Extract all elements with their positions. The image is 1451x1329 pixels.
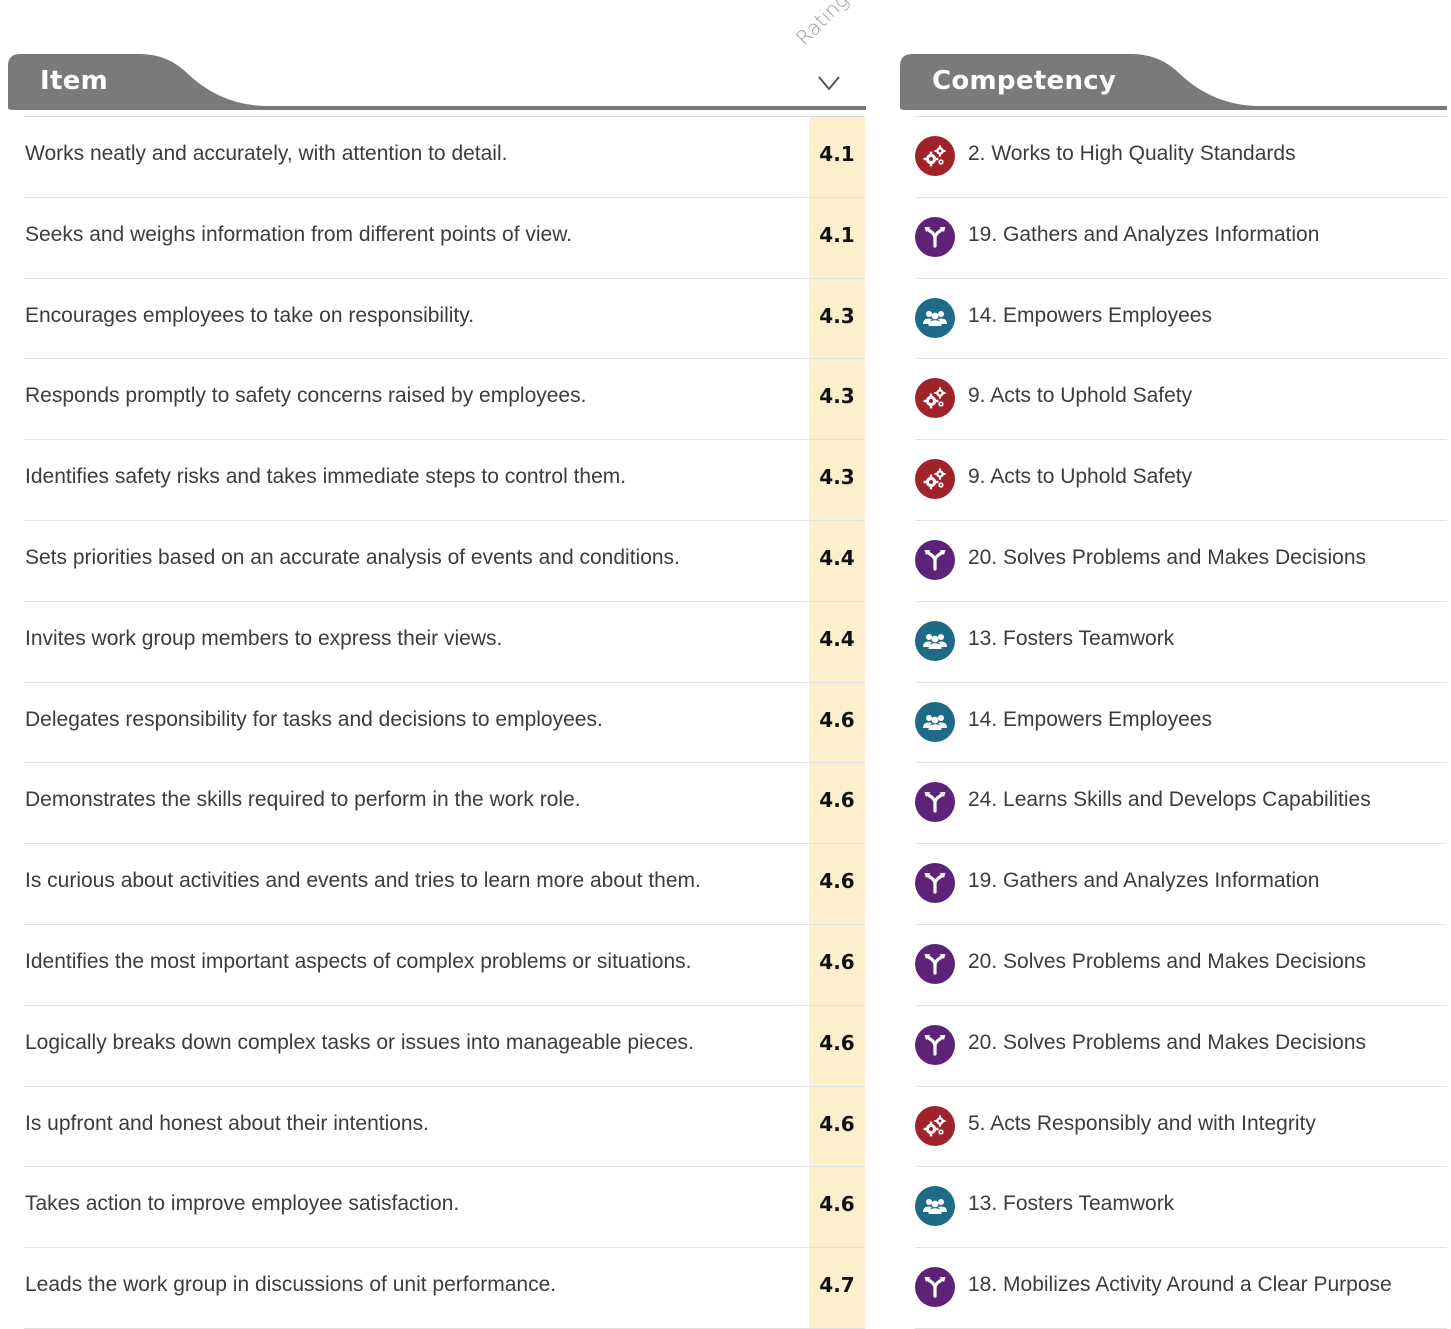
rating-value: 4.7 [819, 1273, 855, 1298]
rating-header-label[interactable]: Rating [791, 0, 853, 50]
competency-column-header: Competency [900, 52, 1447, 112]
item-text: Encourages employees to take on responsi… [25, 303, 475, 327]
rating-value: 4.3 [819, 465, 855, 490]
table-row: Works neatly and accurately, with attent… [0, 117, 1451, 198]
table-row: Logically breaks down complex tasks or i… [0, 1006, 1451, 1087]
fork-icon [915, 782, 955, 823]
chevron-down-icon[interactable] [816, 74, 842, 97]
table-row: Seeks and weighs information from differ… [0, 198, 1451, 279]
item-text: Logically breaks down complex tasks or i… [25, 1030, 694, 1054]
item-text: Is curious about activities and events a… [25, 869, 701, 893]
fork-icon [915, 1024, 955, 1065]
rating-value: 4.3 [819, 384, 855, 409]
competency-text: 18. Mobilizes Activity Around a Clear Pu… [968, 1273, 1392, 1297]
competency-text: 9. Acts to Uphold Safety [968, 465, 1193, 489]
item-text: Responds promptly to safety concerns rai… [25, 384, 587, 408]
rating-value: 4.1 [819, 222, 855, 247]
competency-text: 19. Gathers and Analyzes Information [968, 869, 1320, 893]
table-row: Is upfront and honest about their intent… [0, 1087, 1451, 1168]
item-text: Demonstrates the skills required to perf… [25, 788, 581, 812]
competency-text: 13. Fosters Teamwork [968, 626, 1175, 650]
rating-value: 4.6 [819, 1192, 855, 1217]
competency-text: 9. Acts to Uphold Safety [968, 384, 1193, 408]
fork-icon [915, 943, 955, 984]
item-text: Identifies safety risks and takes immedi… [25, 465, 627, 489]
item-header-title: Item [40, 66, 109, 96]
rating-value: 4.6 [819, 869, 855, 894]
item-tab-shape [8, 54, 866, 110]
item-text: Sets priorities based on an accurate ana… [25, 545, 680, 569]
competency-text: 13. Fosters Teamwork [968, 1192, 1175, 1216]
rating-value: 4.6 [819, 788, 855, 813]
fork-icon [915, 539, 955, 580]
competency-header-title: Competency [932, 66, 1117, 96]
rating-value: 4.4 [819, 545, 855, 570]
item-text: Invites work group members to express th… [25, 626, 503, 650]
table-row: Identifies safety risks and takes immedi… [0, 440, 1451, 521]
competency-text: 14. Empowers Employees [968, 303, 1212, 327]
fork-icon [915, 1267, 955, 1308]
table-row: Responds promptly to safety concerns rai… [0, 359, 1451, 441]
table-row: Leads the work group in discussions of u… [0, 1248, 1451, 1329]
rating-value: 4.6 [819, 1030, 855, 1055]
competency-text: 2. Works to High Quality Standards [968, 142, 1296, 165]
item-text: Takes action to improve employee satisfa… [25, 1192, 460, 1216]
table-row: Sets priorities based on an accurate ana… [0, 521, 1451, 602]
people-icon [915, 1186, 955, 1227]
table-row: Demonstrates the skills required to perf… [0, 763, 1451, 845]
table-row: Identifies the most important aspects of… [0, 925, 1451, 1006]
competency-text: 19. Gathers and Analyzes Information [968, 222, 1320, 246]
competency-text: 20. Solves Problems and Makes Decisions [968, 545, 1367, 569]
people-icon [915, 620, 955, 661]
rating-value: 4.3 [819, 303, 855, 328]
table-row: Delegates responsibility for tasks and d… [0, 683, 1451, 764]
rating-value: 4.6 [819, 949, 855, 974]
item-text: Seeks and weighs information from differ… [25, 222, 573, 246]
gears-icon [915, 1105, 955, 1146]
rating-value: 4.4 [819, 626, 855, 651]
rating-value: 4.1 [819, 142, 855, 166]
people-icon [915, 701, 955, 742]
item-text: Leads the work group in discussions of u… [25, 1273, 557, 1297]
gears-icon [915, 378, 955, 419]
rating-value: 4.6 [819, 1111, 855, 1136]
gears-icon [915, 136, 955, 176]
table-row: Is curious about activities and events a… [0, 844, 1451, 925]
rating-value: 4.6 [819, 707, 855, 732]
gears-icon [915, 459, 955, 500]
table-row: Invites work group members to express th… [0, 602, 1451, 683]
fork-icon [915, 216, 955, 257]
competency-text: 20. Solves Problems and Makes Decisions [968, 949, 1367, 973]
item-column-header: Item [8, 52, 866, 112]
table-row: Takes action to improve employee satisfa… [0, 1167, 1451, 1249]
competency-text: 5. Acts Responsibly and with Integrity [968, 1111, 1316, 1135]
item-text: Delegates responsibility for tasks and d… [25, 707, 603, 731]
people-icon [915, 297, 955, 338]
competency-text: 20. Solves Problems and Makes Decisions [968, 1030, 1367, 1054]
competency-text: 14. Empowers Employees [968, 707, 1212, 731]
item-text: Is upfront and honest about their intent… [25, 1111, 429, 1135]
item-text: Identifies the most important aspects of… [25, 949, 692, 973]
results-table: Works neatly and accurately, with attent… [0, 117, 1451, 1329]
item-text: Works neatly and accurately, with attent… [25, 142, 508, 165]
competency-text: 24. Learns Skills and Develops Capabilit… [968, 788, 1371, 812]
fork-icon [915, 863, 955, 904]
table-row: Encourages employees to take on responsi… [0, 279, 1451, 360]
